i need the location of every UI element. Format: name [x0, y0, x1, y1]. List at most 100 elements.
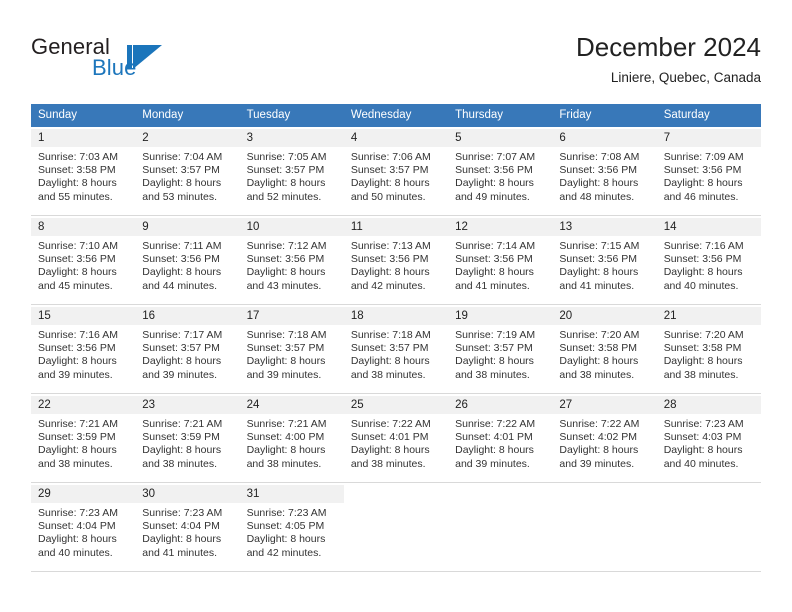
day-cell[interactable]: 26 Sunrise: 7:22 AM Sunset: 4:01 PM Dayligh… [448, 396, 553, 482]
day-cell[interactable]: 15 Sunrise: 7:16 AM Sunset: 3:56 PM Dayligh… [31, 307, 136, 393]
daylight-duration-line1: Daylight: 8 hours [142, 266, 222, 279]
day-number: 29 [31, 485, 136, 503]
day-cell[interactable]: 28 Sunrise: 7:23 AM Sunset: 4:03 PM Dayligh… [656, 396, 761, 482]
day-cell[interactable]: 4 Sunrise: 7:06 AM Sunset: 3:57 PM Daylight… [343, 129, 449, 215]
day-sun-info [344, 503, 448, 507]
day-number: 7 [656, 129, 761, 147]
day-cell[interactable]: 17 Sunrise: 7:18 AM Sunset: 3:57 PM Dayligh… [239, 307, 344, 393]
daylight-duration-line1: Daylight: 8 hours [142, 177, 222, 190]
day-sun-info: Sunrise: 7:21 AM Sunset: 3:59 PM Daylight:… [135, 414, 239, 471]
daylight-duration-line2: and 50 minutes. [350, 190, 426, 203]
day-cell[interactable]: 12 Sunrise: 7:14 AM Sunset: 3:56 PM Dayligh… [448, 218, 553, 304]
sunrise-time: Sunrise: 7:16 AM [38, 329, 118, 341]
day-cell[interactable]: 25 Sunrise: 7:22 AM Sunset: 4:01 PM Dayligh… [343, 396, 449, 482]
daylight-duration-line2: and 39 minutes. [38, 368, 113, 381]
sunrise-time: Sunrise: 7:18 AM [350, 329, 431, 341]
day-sun-info: Sunrise: 7:09 AM Sunset: 3:56 PM Daylight:… [657, 147, 761, 204]
calendar-weeks: 1 Sunrise: 7:03 AM Sunset: 3:58 PM Daylight… [31, 129, 761, 572]
calendar-week-row: 8 Sunrise: 7:10 AM Sunset: 3:56 PM Daylight… [31, 218, 761, 305]
triangle-flag-icon [127, 45, 163, 69]
daylight-duration-line2: and 44 minutes. [142, 279, 217, 292]
day-cell[interactable]: 22 Sunrise: 7:21 AM Sunset: 3:59 PM Dayligh… [31, 396, 136, 482]
daylight-duration-line1: Daylight: 8 hours [559, 444, 639, 457]
day-number: 9 [135, 218, 240, 236]
day-sun-info: Sunrise: 7:18 AM Sunset: 3:57 PM Daylight:… [240, 325, 344, 382]
day-number: 24 [239, 396, 344, 414]
day-cell[interactable]: 21 Sunrise: 7:20 AM Sunset: 3:58 PM Dayligh… [656, 307, 761, 393]
sunrise-time: Sunrise: 7:13 AM [350, 240, 431, 252]
sunset-time: Sunset: 3:57 PM [142, 164, 220, 177]
logo-triangle-shape [133, 45, 162, 69]
daylight-duration-line2: and 38 minutes. [663, 368, 739, 381]
sunrise-time: Sunrise: 7:21 AM [142, 418, 223, 430]
day-cell[interactable]: 24 Sunrise: 7:21 AM Sunset: 4:00 PM Dayligh… [239, 396, 344, 482]
day-cell[interactable]: 7 Sunrise: 7:09 AM Sunset: 3:56 PM Daylight… [656, 129, 761, 215]
calendar-week-row: 1 Sunrise: 7:03 AM Sunset: 3:58 PM Daylight… [31, 129, 761, 216]
daylight-duration-line1: Daylight: 8 hours [38, 444, 117, 457]
day-sun-info: Sunrise: 7:22 AM Sunset: 4:01 PM Daylight:… [344, 414, 448, 471]
day-cell[interactable]: 11 Sunrise: 7:13 AM Sunset: 3:56 PM Dayligh… [343, 218, 449, 304]
daylight-duration-line1: Daylight: 8 hours [455, 266, 534, 279]
day-cell[interactable]: 1 Sunrise: 7:03 AM Sunset: 3:58 PM Daylight… [31, 129, 136, 215]
daylight-duration-line2: and 41 minutes. [455, 279, 530, 292]
day-sun-info: Sunrise: 7:20 AM Sunset: 3:58 PM Daylight:… [657, 325, 761, 382]
daylight-duration-line2: and 40 minutes. [663, 457, 739, 470]
day-cell[interactable]: 20 Sunrise: 7:20 AM Sunset: 3:58 PM Dayligh… [552, 307, 657, 393]
day-sun-info: Sunrise: 7:22 AM Sunset: 4:02 PM Daylight:… [552, 414, 656, 471]
day-sun-info: Sunrise: 7:22 AM Sunset: 4:01 PM Daylight:… [448, 414, 552, 471]
sunset-time: Sunset: 4:01 PM [350, 431, 429, 444]
sunset-time: Sunset: 3:56 PM [142, 253, 220, 266]
weekday-header-sunday: Sunday [38, 109, 78, 121]
daylight-duration-line1: Daylight: 8 hours [663, 177, 743, 190]
daylight-duration-line2: and 39 minutes. [142, 368, 217, 381]
sunrise-time: Sunrise: 7:08 AM [559, 151, 640, 163]
daylight-duration-line2: and 38 minutes. [142, 457, 217, 470]
sunset-time: Sunset: 4:03 PM [663, 431, 742, 444]
day-sun-info: Sunrise: 7:06 AM Sunset: 3:57 PM Daylight:… [344, 147, 448, 204]
day-cell[interactable]: 19 Sunrise: 7:19 AM Sunset: 3:57 PM Dayligh… [448, 307, 553, 393]
day-cell[interactable]: 6 Sunrise: 7:08 AM Sunset: 3:56 PM Daylight… [552, 129, 657, 215]
day-cell[interactable]: 14 Sunrise: 7:16 AM Sunset: 3:56 PM Dayligh… [656, 218, 761, 304]
sunrise-time: Sunrise: 7:14 AM [455, 240, 536, 252]
weekday-header-friday: Friday [559, 109, 592, 121]
day-cell[interactable]: 18 Sunrise: 7:18 AM Sunset: 3:57 PM Dayligh… [343, 307, 449, 393]
day-cell[interactable]: 31 Sunrise: 7:23 AM Sunset: 4:05 PM Dayligh… [239, 485, 344, 571]
day-sun-info [657, 503, 761, 507]
day-sun-info: Sunrise: 7:16 AM Sunset: 3:56 PM Daylight:… [657, 236, 761, 293]
day-number: 27 [552, 396, 657, 414]
sunrise-time: Sunrise: 7:23 AM [663, 418, 744, 430]
day-cell[interactable]: 8 Sunrise: 7:10 AM Sunset: 3:56 PM Daylight… [31, 218, 136, 304]
day-cell[interactable]: 3 Sunrise: 7:05 AM Sunset: 3:57 PM Daylight… [239, 129, 344, 215]
day-sun-info: Sunrise: 7:21 AM Sunset: 3:59 PM Daylight:… [31, 414, 135, 471]
daylight-duration-line2: and 42 minutes. [246, 546, 322, 559]
daylight-duration-line1: Daylight: 8 hours [350, 266, 430, 279]
day-number: 14 [656, 218, 761, 236]
daylight-duration-line1: Daylight: 8 hours [246, 444, 326, 457]
day-number: 5 [448, 129, 553, 147]
day-cell[interactable]: 27 Sunrise: 7:22 AM Sunset: 4:02 PM Dayligh… [552, 396, 657, 482]
day-number: 15 [31, 307, 136, 325]
day-cell[interactable]: 5 Sunrise: 7:07 AM Sunset: 3:56 PM Daylight… [448, 129, 553, 215]
day-number: 26 [448, 396, 553, 414]
day-cell[interactable]: 2 Sunrise: 7:04 AM Sunset: 3:57 PM Daylight… [135, 129, 240, 215]
daylight-duration-line1: Daylight: 8 hours [38, 355, 117, 368]
day-sun-info: Sunrise: 7:19 AM Sunset: 3:57 PM Daylight:… [448, 325, 552, 382]
day-cell[interactable]: 16 Sunrise: 7:17 AM Sunset: 3:57 PM Dayligh… [135, 307, 240, 393]
day-cell[interactable]: 9 Sunrise: 7:11 AM Sunset: 3:56 PM Daylight… [135, 218, 240, 304]
sunset-time: Sunset: 3:57 PM [455, 342, 533, 355]
general-blue-logo[interactable]: General Blue [31, 34, 261, 90]
day-number: 17 [239, 307, 344, 325]
day-cell[interactable]: 30 Sunrise: 7:23 AM Sunset: 4:04 PM Dayligh… [135, 485, 240, 571]
daylight-duration-line2: and 43 minutes. [246, 279, 322, 292]
day-cell[interactable]: 10 Sunrise: 7:12 AM Sunset: 3:56 PM Dayligh… [239, 218, 344, 304]
day-cell[interactable]: 13 Sunrise: 7:15 AM Sunset: 3:56 PM Dayligh… [552, 218, 657, 304]
day-number: 10 [239, 218, 344, 236]
sunrise-time: Sunrise: 7:12 AM [246, 240, 327, 252]
sunrise-time: Sunrise: 7:17 AM [142, 329, 223, 341]
sunrise-time: Sunrise: 7:20 AM [663, 329, 744, 341]
weekday-header-tuesday: Tuesday [246, 109, 291, 121]
day-sun-info: Sunrise: 7:15 AM Sunset: 3:56 PM Daylight:… [552, 236, 656, 293]
weekday-header-monday: Monday [142, 109, 184, 121]
day-cell[interactable]: 29 Sunrise: 7:23 AM Sunset: 4:04 PM Dayligh… [31, 485, 136, 571]
day-cell[interactable]: 23 Sunrise: 7:21 AM Sunset: 3:59 PM Dayligh… [135, 396, 240, 482]
